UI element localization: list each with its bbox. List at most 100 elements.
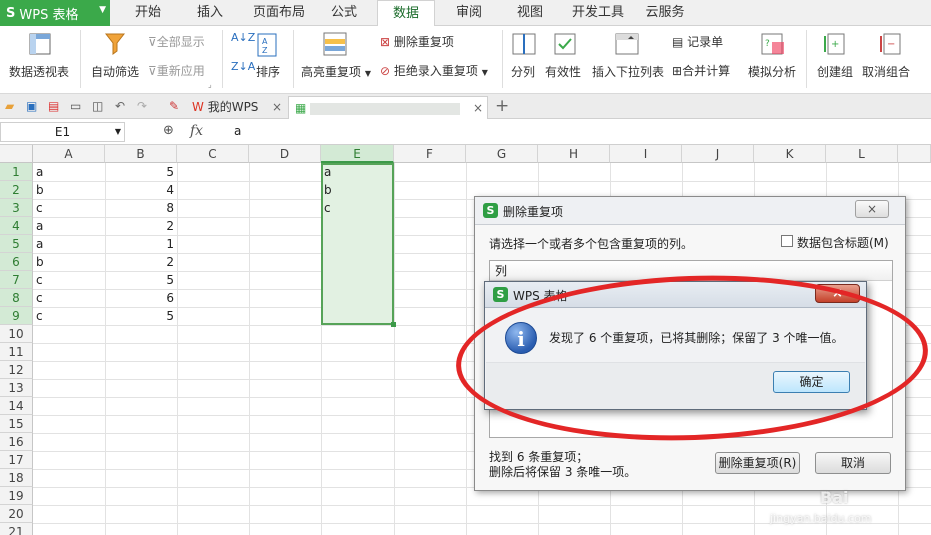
- cell-b4[interactable]: 2: [105, 217, 177, 235]
- cell-b1[interactable]: 5: [105, 163, 177, 181]
- column-header-g[interactable]: G: [466, 145, 538, 163]
- row-header[interactable]: 11: [0, 343, 33, 361]
- open-folder-icon[interactable]: ▰: [5, 99, 19, 113]
- record-form-button[interactable]: ▤ 记录单: [672, 33, 723, 50]
- print-icon[interactable]: ▭: [70, 99, 84, 113]
- row-header[interactable]: 1: [0, 163, 33, 181]
- cell-e1[interactable]: a: [321, 163, 393, 181]
- cell-a8[interactable]: c: [33, 289, 105, 307]
- row-header[interactable]: 3: [0, 199, 33, 217]
- new-tab-icon[interactable]: +: [495, 96, 509, 116]
- close-icon[interactable]: ×: [272, 96, 282, 118]
- cell-b6[interactable]: 2: [105, 253, 177, 271]
- format-painter-icon[interactable]: ✎: [169, 99, 183, 113]
- print-preview-icon[interactable]: ◫: [92, 99, 106, 113]
- export-pdf-icon[interactable]: ▤: [48, 99, 62, 113]
- row-header[interactable]: 7: [0, 271, 33, 289]
- select-all-corner[interactable]: [0, 145, 33, 163]
- column-header-k[interactable]: K: [754, 145, 826, 163]
- redo-icon[interactable]: ↷: [137, 99, 151, 113]
- remove-duplicates-button[interactable]: ⊠ 删除重复项: [380, 33, 454, 50]
- validity-button[interactable]: 有效性: [545, 63, 581, 80]
- ungroup-button[interactable]: 取消组合: [862, 63, 910, 80]
- cell-a2[interactable]: b: [33, 181, 105, 199]
- column-header-l[interactable]: L: [826, 145, 898, 163]
- tab-current-workbook[interactable]: ▦ ×: [288, 96, 488, 119]
- cell-a4[interactable]: a: [33, 217, 105, 235]
- tab-my-wps[interactable]: W 我的WPS ×: [186, 96, 286, 119]
- cell-a9[interactable]: c: [33, 307, 105, 325]
- fill-handle[interactable]: [391, 322, 396, 327]
- cell-a3[interactable]: c: [33, 199, 105, 217]
- row-header[interactable]: 21: [0, 523, 33, 535]
- row-header[interactable]: 6: [0, 253, 33, 271]
- menu-review[interactable]: 审阅: [445, 0, 493, 26]
- reject-duplicates-button[interactable]: ⊘ 拒绝录入重复项 ▼: [380, 62, 488, 79]
- sort-button[interactable]: 排序: [256, 63, 280, 80]
- cell-b8[interactable]: 6: [105, 289, 177, 307]
- column-header-b[interactable]: B: [105, 145, 177, 163]
- row-header[interactable]: 9: [0, 307, 33, 325]
- cell-b2[interactable]: 4: [105, 181, 177, 199]
- column-header-f[interactable]: F: [394, 145, 466, 163]
- cancel-button[interactable]: 取消: [815, 452, 891, 474]
- menu-home[interactable]: 开始: [124, 0, 172, 26]
- column-header-c[interactable]: C: [177, 145, 249, 163]
- menu-cloud[interactable]: 云服务: [641, 0, 689, 26]
- row-header[interactable]: 17: [0, 451, 33, 469]
- header-checkbox[interactable]: [781, 235, 793, 247]
- column-header-j[interactable]: J: [682, 145, 754, 163]
- close-icon[interactable]: ×: [473, 97, 483, 119]
- split-column-button[interactable]: 分列: [511, 63, 535, 80]
- column-header-i[interactable]: I: [610, 145, 682, 163]
- menu-developer[interactable]: 开发工具: [566, 0, 630, 26]
- reapply-button[interactable]: ⊽重新应用: [148, 62, 205, 79]
- cell-a7[interactable]: c: [33, 271, 105, 289]
- insert-dropdown-button[interactable]: 插入下拉列表: [592, 63, 664, 80]
- cell-b3[interactable]: 8: [105, 199, 177, 217]
- pivot-table-button[interactable]: 数据透视表: [9, 63, 69, 80]
- menu-view[interactable]: 视图: [506, 0, 554, 26]
- remove-duplicates-confirm-button[interactable]: 删除重复项(R): [715, 452, 800, 474]
- create-group-button[interactable]: 创建组: [817, 63, 853, 80]
- menu-page-layout[interactable]: 页面布局: [246, 0, 312, 26]
- row-header[interactable]: 2: [0, 181, 33, 199]
- save-icon[interactable]: ▣: [26, 99, 40, 113]
- row-header[interactable]: 20: [0, 505, 33, 523]
- formula-input[interactable]: a: [234, 124, 241, 138]
- column-header-m[interactable]: [898, 145, 931, 163]
- row-header[interactable]: 4: [0, 217, 33, 235]
- row-header[interactable]: 16: [0, 433, 33, 451]
- zoom-formula-icon[interactable]: ⊕: [163, 123, 174, 138]
- cell-b9[interactable]: 5: [105, 307, 177, 325]
- row-header[interactable]: 18: [0, 469, 33, 487]
- sort-ascending-icon[interactable]: A↓Z: [231, 31, 255, 44]
- cell-e3[interactable]: c: [321, 199, 393, 217]
- close-icon[interactable]: ×: [855, 200, 889, 218]
- highlight-duplicates-button[interactable]: 高亮重复项 ▼: [301, 63, 371, 80]
- menu-formula[interactable]: 公式: [320, 0, 368, 26]
- cell-a5[interactable]: a: [33, 235, 105, 253]
- menu-data[interactable]: 数据: [377, 0, 435, 27]
- what-if-button[interactable]: 模拟分析: [748, 63, 796, 80]
- dialog-launcher-icon[interactable]: ⌟: [208, 80, 212, 89]
- cell-b5[interactable]: 1: [105, 235, 177, 253]
- cell-a1[interactable]: a: [33, 163, 105, 181]
- cell-e2[interactable]: b: [321, 181, 393, 199]
- undo-icon[interactable]: ↶: [115, 99, 129, 113]
- row-header[interactable]: 8: [0, 289, 33, 307]
- column-header-h[interactable]: H: [538, 145, 610, 163]
- consolidate-button[interactable]: ⊞合并计算: [672, 62, 730, 79]
- autofilter-button[interactable]: 自动筛选: [91, 63, 139, 80]
- row-header[interactable]: 13: [0, 379, 33, 397]
- cell-b7[interactable]: 5: [105, 271, 177, 289]
- row-header[interactable]: 10: [0, 325, 33, 343]
- show-all-button[interactable]: ⊽全部显示: [148, 33, 205, 50]
- row-header[interactable]: 19: [0, 487, 33, 505]
- row-header[interactable]: 5: [0, 235, 33, 253]
- sort-descending-icon[interactable]: Z↓A: [231, 60, 255, 73]
- row-header[interactable]: 12: [0, 361, 33, 379]
- column-header-d[interactable]: D: [249, 145, 321, 163]
- row-header[interactable]: 14: [0, 397, 33, 415]
- cell-a6[interactable]: b: [33, 253, 105, 271]
